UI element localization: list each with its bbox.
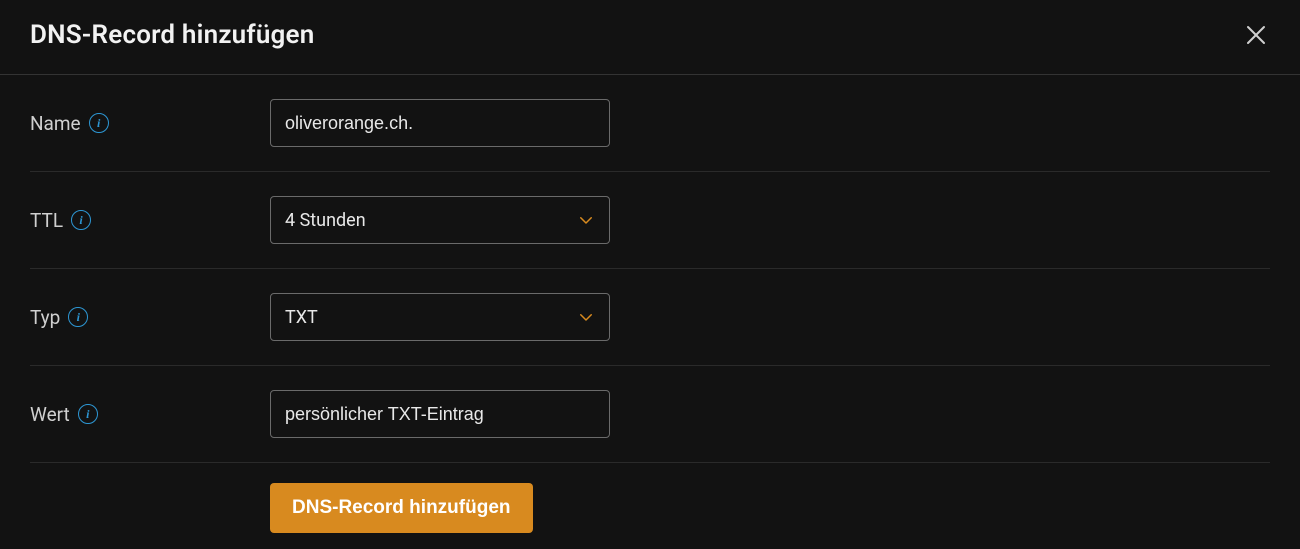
- label-name: Name i: [30, 112, 270, 135]
- row-name: Name i: [30, 75, 1270, 172]
- label-type-text: Typ: [30, 306, 60, 329]
- ttl-select[interactable]: 4 Stunden: [270, 196, 610, 244]
- type-select[interactable]: TXT: [270, 293, 610, 341]
- close-button[interactable]: [1242, 21, 1270, 49]
- type-selected-value: TXT: [285, 307, 318, 328]
- label-name-text: Name: [30, 112, 81, 135]
- ttl-selected-value: 4 Stunden: [285, 210, 366, 231]
- row-value: Wert i: [30, 366, 1270, 463]
- row-ttl: TTL i 4 Stunden: [30, 172, 1270, 269]
- info-icon[interactable]: i: [68, 307, 88, 327]
- label-value-text: Wert: [30, 403, 70, 426]
- value-input[interactable]: [270, 390, 610, 438]
- dialog-header: DNS-Record hinzufügen: [0, 0, 1300, 75]
- label-type: Typ i: [30, 306, 270, 329]
- label-ttl: TTL i: [30, 209, 270, 232]
- add-dns-record-dialog: DNS-Record hinzufügen Name i TTL i: [0, 0, 1300, 549]
- label-ttl-text: TTL: [30, 209, 63, 232]
- dialog-title: DNS-Record hinzufügen: [30, 20, 314, 50]
- chevron-down-icon: [577, 211, 595, 229]
- name-input[interactable]: [270, 99, 610, 147]
- form: Name i TTL i 4 Stunden: [0, 75, 1300, 533]
- label-value: Wert i: [30, 403, 270, 426]
- close-icon: [1244, 23, 1268, 47]
- info-icon[interactable]: i: [71, 210, 91, 230]
- info-icon[interactable]: i: [89, 113, 109, 133]
- row-type: Typ i TXT: [30, 269, 1270, 366]
- actions: DNS-Record hinzufügen: [30, 463, 1270, 533]
- chevron-down-icon: [577, 308, 595, 326]
- info-icon[interactable]: i: [78, 404, 98, 424]
- submit-button[interactable]: DNS-Record hinzufügen: [270, 483, 533, 533]
